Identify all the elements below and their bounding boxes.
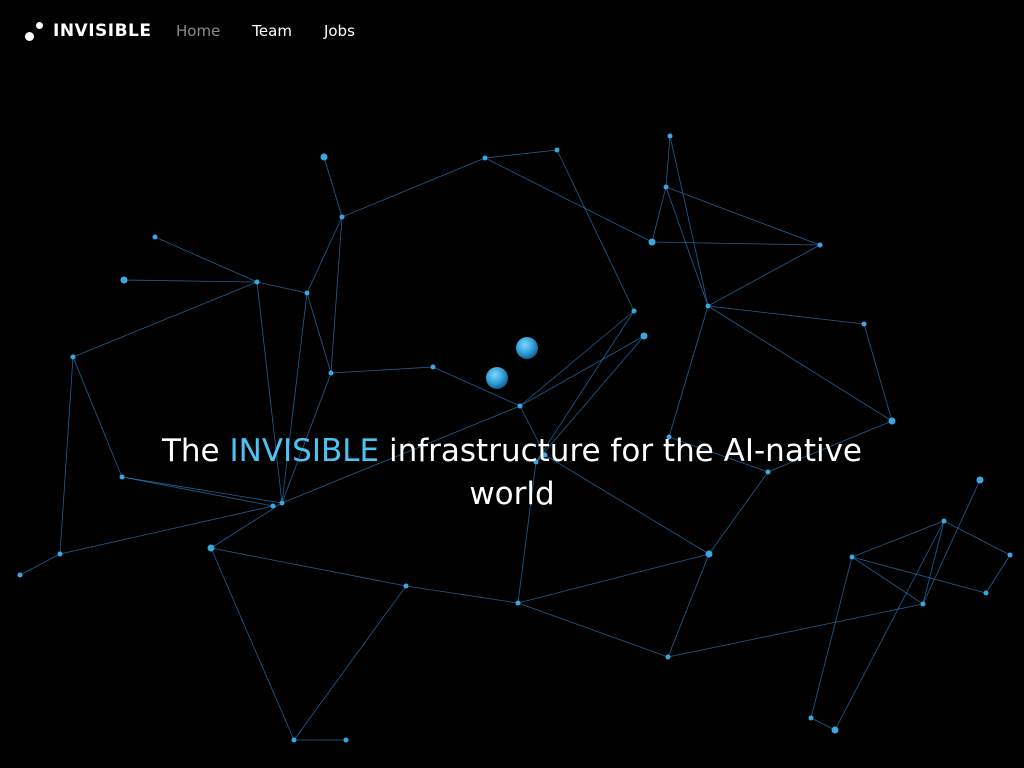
network-edge bbox=[707, 305, 865, 325]
landing-page: INVISIBLE Home Team Jobs The INVISIBLE i… bbox=[0, 0, 1024, 768]
hero-prefix: The bbox=[161, 433, 220, 469]
network-edge bbox=[651, 186, 667, 243]
top-navigation: INVISIBLE Home Team Jobs bbox=[0, 0, 1024, 64]
network-edge bbox=[72, 281, 258, 358]
network-node bbox=[705, 303, 711, 309]
floating-orb bbox=[486, 367, 508, 389]
network-node bbox=[328, 370, 334, 376]
network-node bbox=[983, 590, 989, 596]
network-edge bbox=[665, 186, 821, 246]
network-node bbox=[403, 583, 409, 589]
network-node bbox=[665, 654, 671, 660]
network-edge bbox=[810, 556, 853, 719]
network-node bbox=[920, 601, 926, 607]
network-edge bbox=[517, 602, 669, 658]
network-node bbox=[343, 737, 349, 743]
brand-logo[interactable]: INVISIBLE bbox=[25, 20, 152, 42]
network-node bbox=[648, 238, 656, 246]
network-edge bbox=[669, 135, 709, 307]
network-edge bbox=[851, 556, 924, 605]
floating-orb bbox=[516, 337, 538, 359]
network-edge bbox=[341, 157, 486, 218]
network-edge bbox=[851, 520, 945, 558]
network-edge bbox=[943, 520, 1011, 556]
network-edge bbox=[432, 366, 521, 407]
network-edge bbox=[256, 281, 308, 294]
network-node bbox=[941, 518, 947, 524]
network-edge bbox=[810, 717, 836, 731]
logo-dots-icon bbox=[25, 20, 45, 42]
network-edge bbox=[330, 216, 343, 374]
brand-name: INVISIBLE bbox=[53, 21, 152, 41]
network-node bbox=[120, 276, 128, 284]
network-edge bbox=[154, 236, 258, 283]
network-node bbox=[430, 364, 436, 370]
network-node bbox=[70, 354, 76, 360]
network-node bbox=[554, 147, 560, 153]
network-edge bbox=[667, 553, 710, 658]
network-node bbox=[482, 155, 488, 161]
network-edge bbox=[405, 585, 519, 604]
nav-link-jobs[interactable]: Jobs bbox=[324, 22, 355, 40]
network-node bbox=[17, 572, 23, 578]
network-node bbox=[640, 332, 648, 340]
network-node bbox=[861, 321, 867, 327]
network-node bbox=[831, 726, 839, 734]
network-edge bbox=[519, 310, 635, 407]
hero-highlight: INVISIBLE bbox=[229, 433, 380, 469]
network-edge bbox=[985, 554, 1011, 594]
network-edge bbox=[123, 279, 258, 283]
network-node bbox=[808, 715, 814, 721]
network-node bbox=[320, 153, 328, 161]
network-node bbox=[291, 737, 297, 743]
network-edge bbox=[668, 305, 709, 438]
network-edge bbox=[665, 186, 709, 307]
network-edge bbox=[851, 556, 987, 594]
network-edge bbox=[667, 603, 924, 658]
network-edge bbox=[834, 520, 945, 731]
hero-headline: The INVISIBLE infrastructure for the AI-… bbox=[142, 430, 882, 516]
hero-suffix: infrastructure for the AI-native world bbox=[388, 433, 863, 512]
network-node bbox=[517, 403, 523, 409]
hero-section: The INVISIBLE infrastructure for the AI-… bbox=[0, 430, 1024, 516]
network-node bbox=[631, 308, 637, 314]
network-node bbox=[57, 551, 63, 557]
network-node bbox=[705, 550, 713, 558]
network-edge bbox=[519, 335, 645, 407]
network-node bbox=[663, 184, 669, 190]
network-node bbox=[339, 214, 345, 220]
network-background bbox=[17, 133, 1013, 743]
network-edge bbox=[556, 149, 635, 312]
network-node bbox=[888, 417, 896, 425]
nav-link-home[interactable]: Home bbox=[176, 22, 220, 40]
network-edge bbox=[323, 156, 343, 218]
network-edge bbox=[517, 553, 710, 604]
network-node bbox=[207, 544, 215, 552]
network-edge bbox=[330, 366, 434, 374]
network-edge bbox=[922, 520, 945, 605]
network-node bbox=[667, 133, 673, 139]
network-node bbox=[817, 242, 823, 248]
network-node bbox=[849, 554, 855, 560]
network-edge bbox=[19, 553, 61, 576]
network-edge bbox=[651, 241, 821, 246]
nav-links: Home Team Jobs bbox=[176, 22, 355, 40]
network-node bbox=[1007, 552, 1013, 558]
network-edge bbox=[306, 292, 332, 374]
network-node bbox=[152, 234, 158, 240]
network-node bbox=[254, 279, 260, 285]
network-edge bbox=[293, 585, 407, 741]
network-edge bbox=[306, 216, 343, 294]
network-node bbox=[515, 600, 521, 606]
network-edge bbox=[210, 547, 295, 741]
network-edge bbox=[484, 157, 653, 243]
network-edge bbox=[210, 547, 407, 587]
nav-link-team[interactable]: Team bbox=[252, 22, 292, 40]
network-edge bbox=[665, 135, 671, 188]
network-edge bbox=[707, 244, 821, 307]
network-edge bbox=[484, 149, 558, 159]
network-node bbox=[304, 290, 310, 296]
